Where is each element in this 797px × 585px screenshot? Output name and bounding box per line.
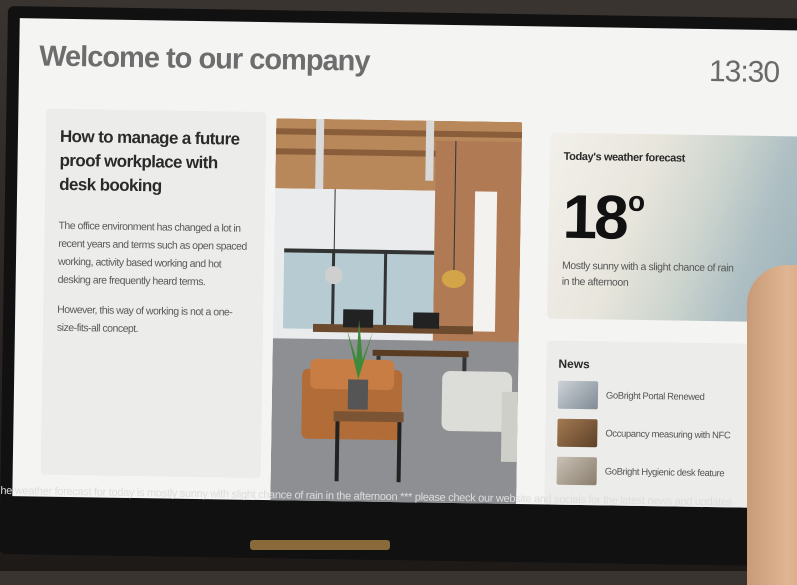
news-item-text: GoBright Portal Renewed — [605, 389, 705, 403]
news-item-text: GoBright Hygienic desk feature — [604, 465, 725, 479]
desk-thumbnail — [557, 418, 598, 448]
clock: 13:30 — [708, 55, 780, 90]
signage-screen: Welcome to our company 13:30 How to mana… — [12, 18, 797, 509]
news-item[interactable]: GoBright Portal Renewed — [557, 380, 774, 412]
news-title: News — [558, 356, 590, 372]
temperature-value: 18 — [562, 182, 627, 253]
weather-title: Today's weather forecast — [563, 150, 685, 165]
temperature: 18o — [562, 171, 795, 253]
tv-stand — [250, 540, 390, 550]
tv-display: Welcome to our company 13:30 How to mana… — [0, 6, 797, 567]
laptop-thumbnail — [557, 380, 599, 410]
degree-symbol: o — [627, 185, 643, 217]
article-card: How to manage a future proof workplace w… — [40, 108, 267, 479]
office-thumbnail — [556, 456, 597, 486]
article-paragraph: However, this way of working is not a on… — [56, 303, 233, 336]
news-item[interactable]: Occupancy measuring with NFC — [557, 418, 773, 450]
welcome-title: Welcome to our company — [38, 40, 370, 78]
office-illustration — [270, 118, 523, 509]
article-paragraph: The office environment has changed a lot… — [57, 219, 247, 289]
article-title: How to manage a future proof workplace w… — [59, 126, 240, 196]
office-photo — [270, 118, 523, 509]
person-silhouette — [747, 265, 797, 585]
weather-description: Mostly sunny with a slight chance of rai… — [561, 259, 734, 289]
news-item-text: Occupancy measuring with NFC — [605, 427, 731, 441]
news-item[interactable]: GoBright Hygienic desk feature — [556, 456, 773, 488]
